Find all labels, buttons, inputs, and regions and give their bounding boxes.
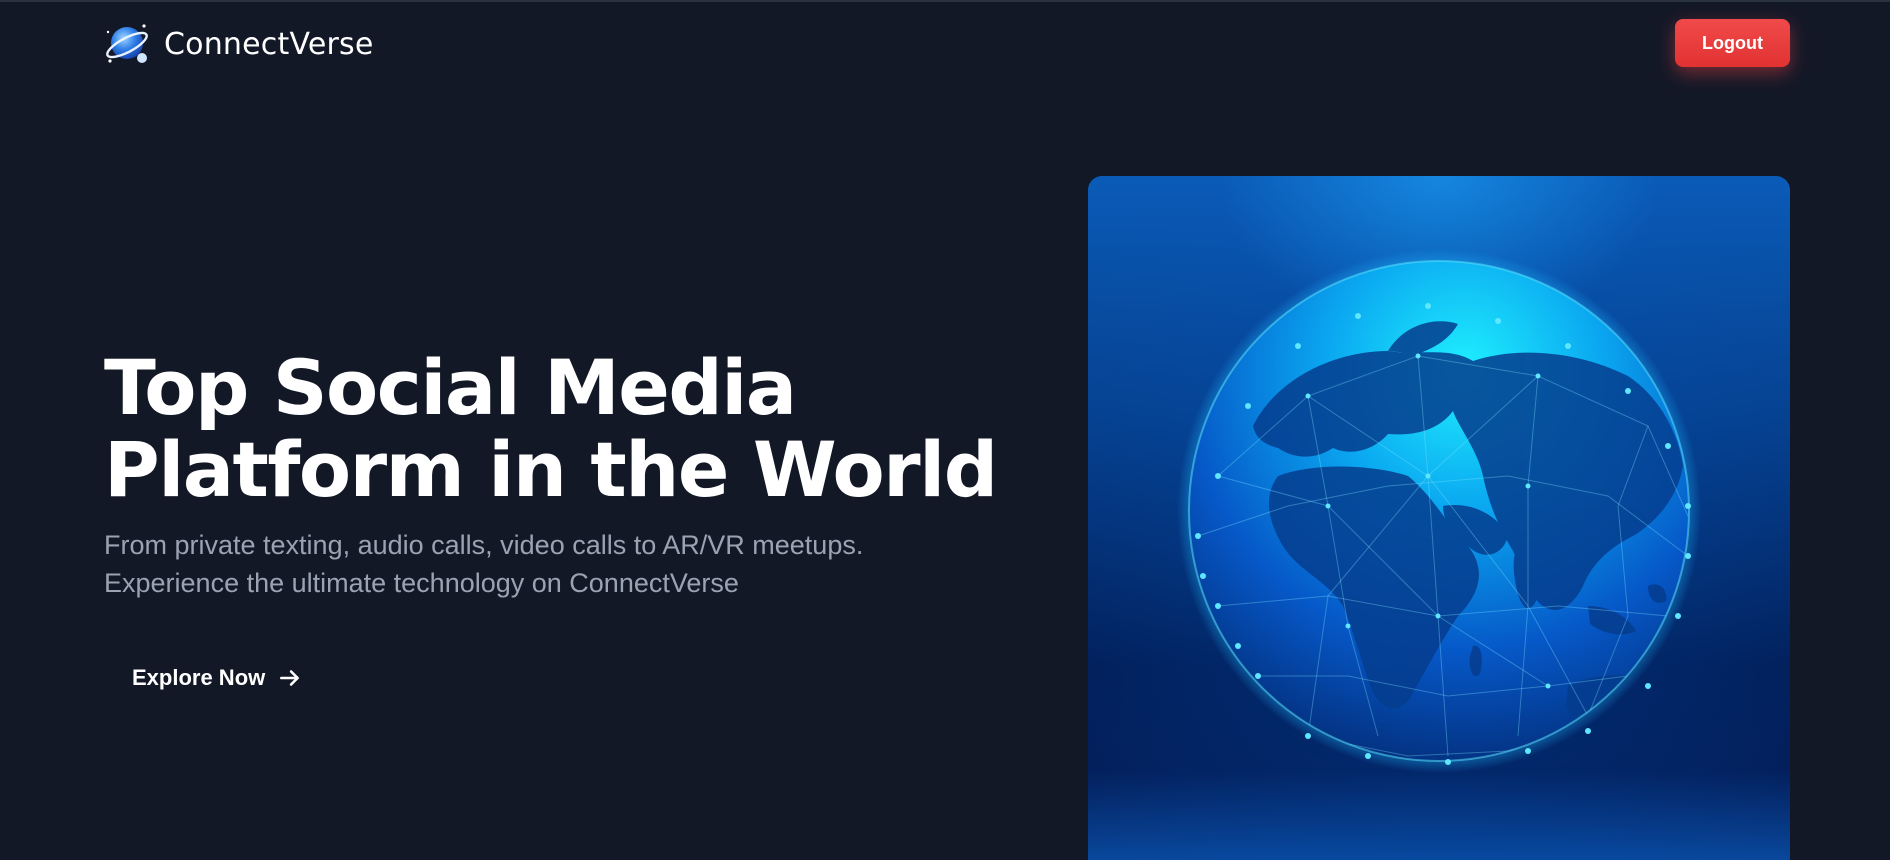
- top-navbar: ConnectVerse Logout: [0, 2, 1890, 86]
- globe-illustration: [1177, 249, 1701, 773]
- logout-button[interactable]: Logout: [1675, 19, 1790, 67]
- hero-globe-image: [1088, 176, 1790, 860]
- brand-name: ConnectVerse: [164, 26, 374, 62]
- planet-logo-icon: [106, 24, 148, 63]
- hero-title: Top Social Media Platform in the World: [104, 347, 1004, 511]
- brand[interactable]: ConnectVerse: [104, 20, 374, 68]
- hero-title-line-2: Platform in the World: [104, 425, 998, 514]
- arrow-right-icon: [280, 670, 300, 686]
- explore-now-label: Explore Now: [132, 665, 266, 690]
- landing-page: ConnectVerse Logout Top Social Media Pla…: [0, 0, 1890, 860]
- hero-title-line-1: Top Social Media: [104, 343, 797, 432]
- hero-subtitle: From private texting, audio calls, video…: [104, 530, 864, 598]
- explore-now-button[interactable]: Explore Now: [108, 654, 327, 702]
